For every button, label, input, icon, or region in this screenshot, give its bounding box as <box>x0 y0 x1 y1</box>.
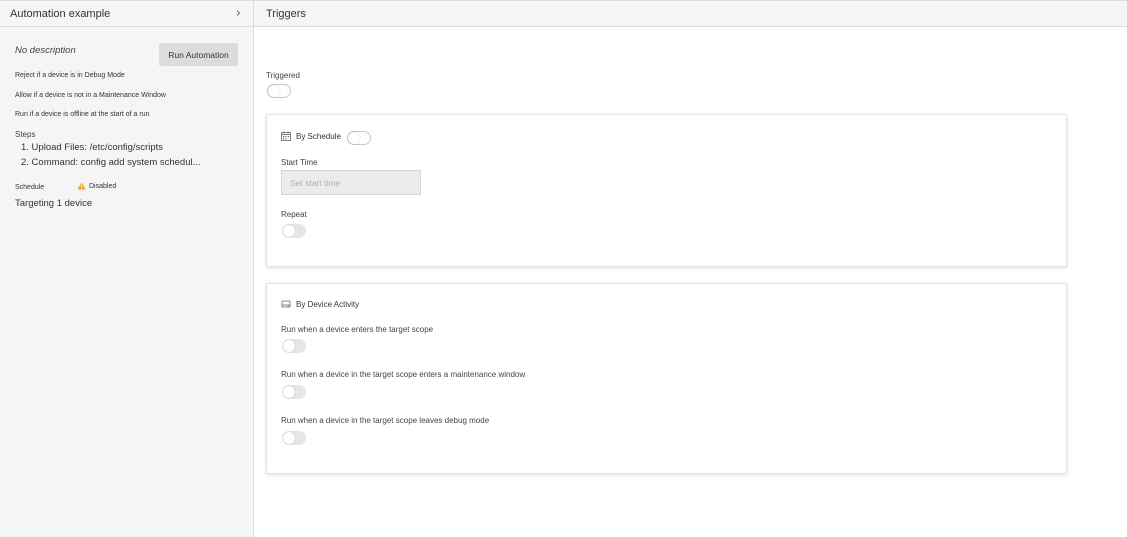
toggle-knob <box>268 85 280 97</box>
calendar-icon <box>281 131 291 141</box>
sidebar-header: Automation example › <box>0 0 253 27</box>
start-time-input[interactable] <box>281 170 421 195</box>
schedule-toggle[interactable] <box>347 131 371 145</box>
run-automation-button[interactable]: Run Automation <box>159 43 238 66</box>
toggle-knob <box>348 132 360 144</box>
repeat-toggle[interactable] <box>282 224 306 238</box>
triggered-toggle[interactable] <box>267 84 291 98</box>
toggle-knob <box>283 225 295 237</box>
chevron-right-icon[interactable]: › <box>236 6 241 21</box>
schedule-card-title: By Schedule <box>281 131 341 141</box>
automation-description: No description <box>15 45 76 56</box>
schedule-card: By Schedule Start Time Repeat <box>266 114 1067 267</box>
schedule-card-label: By Schedule <box>296 131 341 141</box>
app-window: Automation example › No description Run … <box>0 0 1127 537</box>
main-panel: Triggers Triggered By Schedule Start Tim… <box>254 0 1127 537</box>
warning-icon <box>77 182 86 190</box>
triggered-label: Triggered <box>266 71 300 80</box>
condition-offline: Run if a device is offline at the start … <box>15 111 150 118</box>
condition-debug-mode: Reject if a device is in Debug Mode <box>15 72 125 79</box>
schedule-status: Disabled <box>77 182 116 190</box>
device-activity-card-title: By Device Activity <box>281 299 359 309</box>
activity-option-maintenance: Run when a device in the target scope en… <box>281 370 526 379</box>
main-header: Triggers <box>254 0 1127 27</box>
device-activity-card: By Device Activity Run when a device ent… <box>266 283 1067 474</box>
debug-mode-toggle[interactable] <box>282 431 306 445</box>
automation-title: Automation example <box>10 7 111 20</box>
targeting-text: Targeting 1 device <box>15 198 93 209</box>
condition-maintenance-window: Allow if a device is not in a Maintenanc… <box>15 92 166 99</box>
step-item: 1. Upload Files: /etc/config/scripts <box>21 142 164 153</box>
start-time-label: Start Time <box>281 158 318 167</box>
enters-scope-toggle[interactable] <box>282 339 306 353</box>
activity-option-debug-mode: Run when a device in the target scope le… <box>281 416 490 425</box>
toggle-knob <box>283 432 295 444</box>
toggle-knob <box>283 386 295 398</box>
schedule-label: Schedule <box>15 184 45 191</box>
steps-label: Steps <box>15 130 36 139</box>
device-activity-card-label: By Device Activity <box>296 299 360 309</box>
activity-option-enters-scope: Run when a device enters the target scop… <box>281 325 434 334</box>
maintenance-toggle[interactable] <box>282 385 306 399</box>
schedule-status-text: Disabled <box>89 182 117 190</box>
device-icon <box>281 300 291 308</box>
step-item: 2. Command: config add system schedul... <box>21 157 201 168</box>
repeat-label: Repeat <box>281 210 307 219</box>
sidebar: Automation example › No description Run … <box>0 0 254 537</box>
page-title: Triggers <box>266 7 306 20</box>
toggle-knob <box>283 340 295 352</box>
